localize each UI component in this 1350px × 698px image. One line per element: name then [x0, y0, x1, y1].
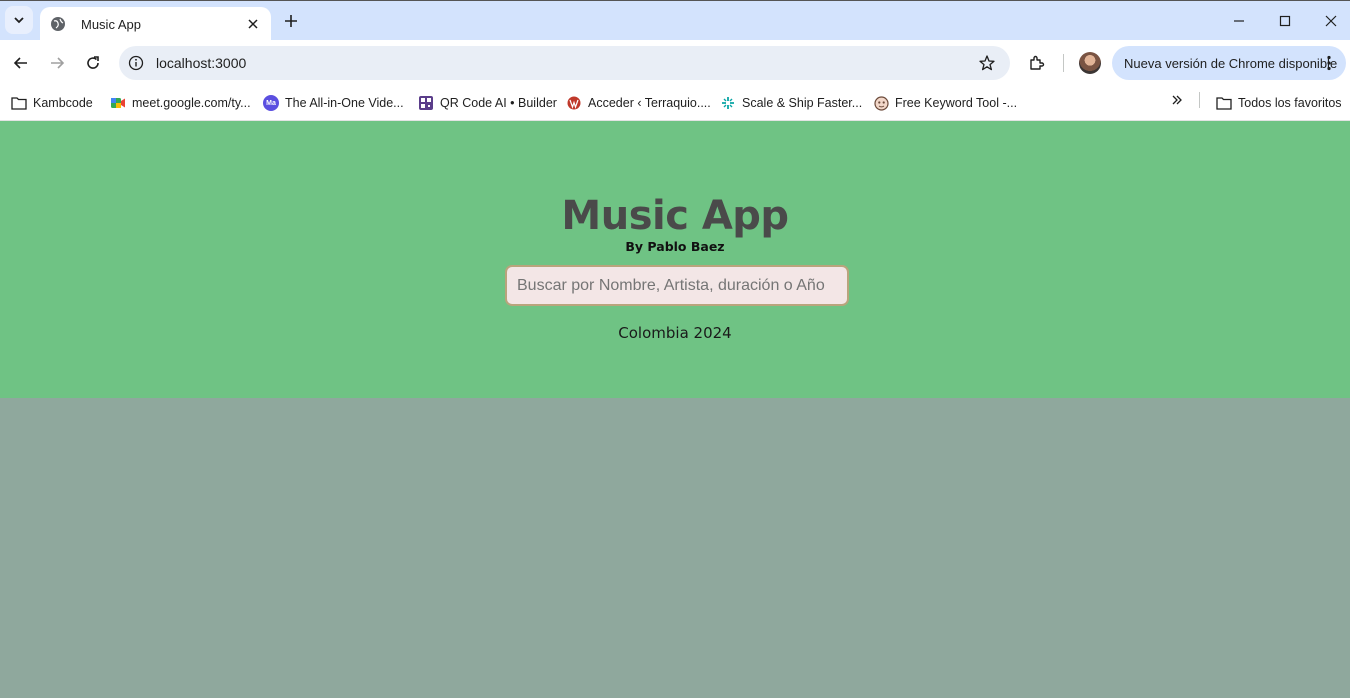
address-url: localhost:3000	[156, 55, 247, 71]
bookmark-label: meet.google.com/ty...	[132, 96, 251, 110]
close-window-icon[interactable]	[1319, 9, 1343, 33]
toolbar-divider	[1063, 54, 1064, 72]
bookmarks-bar: Kambcode meet.google.com/ty... Ma The Al…	[0, 85, 1350, 121]
bookmark-star-icon[interactable]	[978, 54, 996, 72]
site-info-icon[interactable]	[127, 54, 145, 72]
new-tab-icon[interactable]	[281, 11, 301, 31]
extensions-icon[interactable]	[1025, 51, 1049, 75]
active-tab[interactable]: Music App	[40, 7, 271, 41]
google-meet-icon	[110, 95, 126, 111]
forward-icon[interactable]	[45, 51, 69, 75]
bookmark-label: Free Keyword Tool -...	[895, 96, 1018, 110]
folder-icon	[1216, 95, 1232, 111]
page-title: Music App	[561, 193, 789, 239]
app-header: Music App By Pablo Baez Colombia 2024	[0, 121, 1350, 398]
chevron-down-icon	[14, 17, 24, 24]
tab-title: Music App	[81, 16, 141, 32]
all-bookmarks-folder[interactable]: Todos los favoritos	[1216, 92, 1342, 114]
bookmark-item[interactable]: Free Keyword Tool -...	[873, 92, 1017, 114]
page-subtitle: By Pablo Baez	[625, 239, 725, 254]
bookmark-item[interactable]: meet.google.com/ty...	[110, 92, 251, 114]
bookmark-item[interactable]: Ma The All-in-One Vide...	[263, 92, 404, 114]
keyword-tool-icon	[873, 95, 889, 111]
bookmark-label: Kambcode	[33, 96, 93, 110]
folder-icon	[11, 95, 27, 111]
qr-code-icon	[418, 95, 434, 111]
wordpress-icon	[566, 95, 582, 111]
header-footer-text: Colombia 2024	[618, 324, 732, 342]
bookmark-item[interactable]: Acceder ‹ Terraquio....	[566, 92, 711, 114]
address-bar[interactable]: localhost:3000	[119, 46, 1010, 80]
bookmarks-overflow-icon[interactable]	[1167, 90, 1187, 110]
ma-logo-icon: Ma	[263, 95, 279, 111]
back-icon[interactable]	[9, 51, 33, 75]
bookmark-label: Acceder ‹ Terraquio....	[588, 96, 711, 110]
reload-icon[interactable]	[81, 51, 105, 75]
bookmark-item[interactable]: Scale & Ship Faster...	[720, 92, 862, 114]
globe-icon	[50, 16, 66, 32]
bookmark-label: Todos los favoritos	[1238, 96, 1342, 110]
bookmark-label: Scale & Ship Faster...	[742, 96, 863, 110]
tab-strip: Music App	[0, 0, 1350, 41]
minimize-icon[interactable]	[1227, 9, 1251, 33]
bookmarks-divider	[1199, 92, 1200, 108]
chrome-update-button[interactable]: Nueva versión de Chrome disponible	[1112, 46, 1346, 80]
profile-avatar[interactable]	[1079, 52, 1101, 74]
page-viewport: Music App By Pablo Baez Colombia 2024	[0, 121, 1350, 698]
maximize-icon[interactable]	[1273, 9, 1297, 33]
bookmark-item[interactable]: Kambcode	[11, 92, 93, 114]
figma-icon	[720, 95, 736, 111]
bookmark-label: QR Code AI • Builder	[440, 96, 557, 110]
menu-kebab-icon[interactable]	[1320, 54, 1338, 72]
tab-search-button[interactable]	[5, 6, 33, 34]
update-label: Nueva versión de Chrome disponible	[1124, 55, 1338, 71]
bookmark-label: The All-in-One Vide...	[285, 96, 404, 110]
bookmark-item[interactable]: QR Code AI • Builder	[418, 92, 557, 114]
search-input[interactable]	[505, 265, 849, 306]
close-tab-icon[interactable]	[245, 16, 261, 32]
